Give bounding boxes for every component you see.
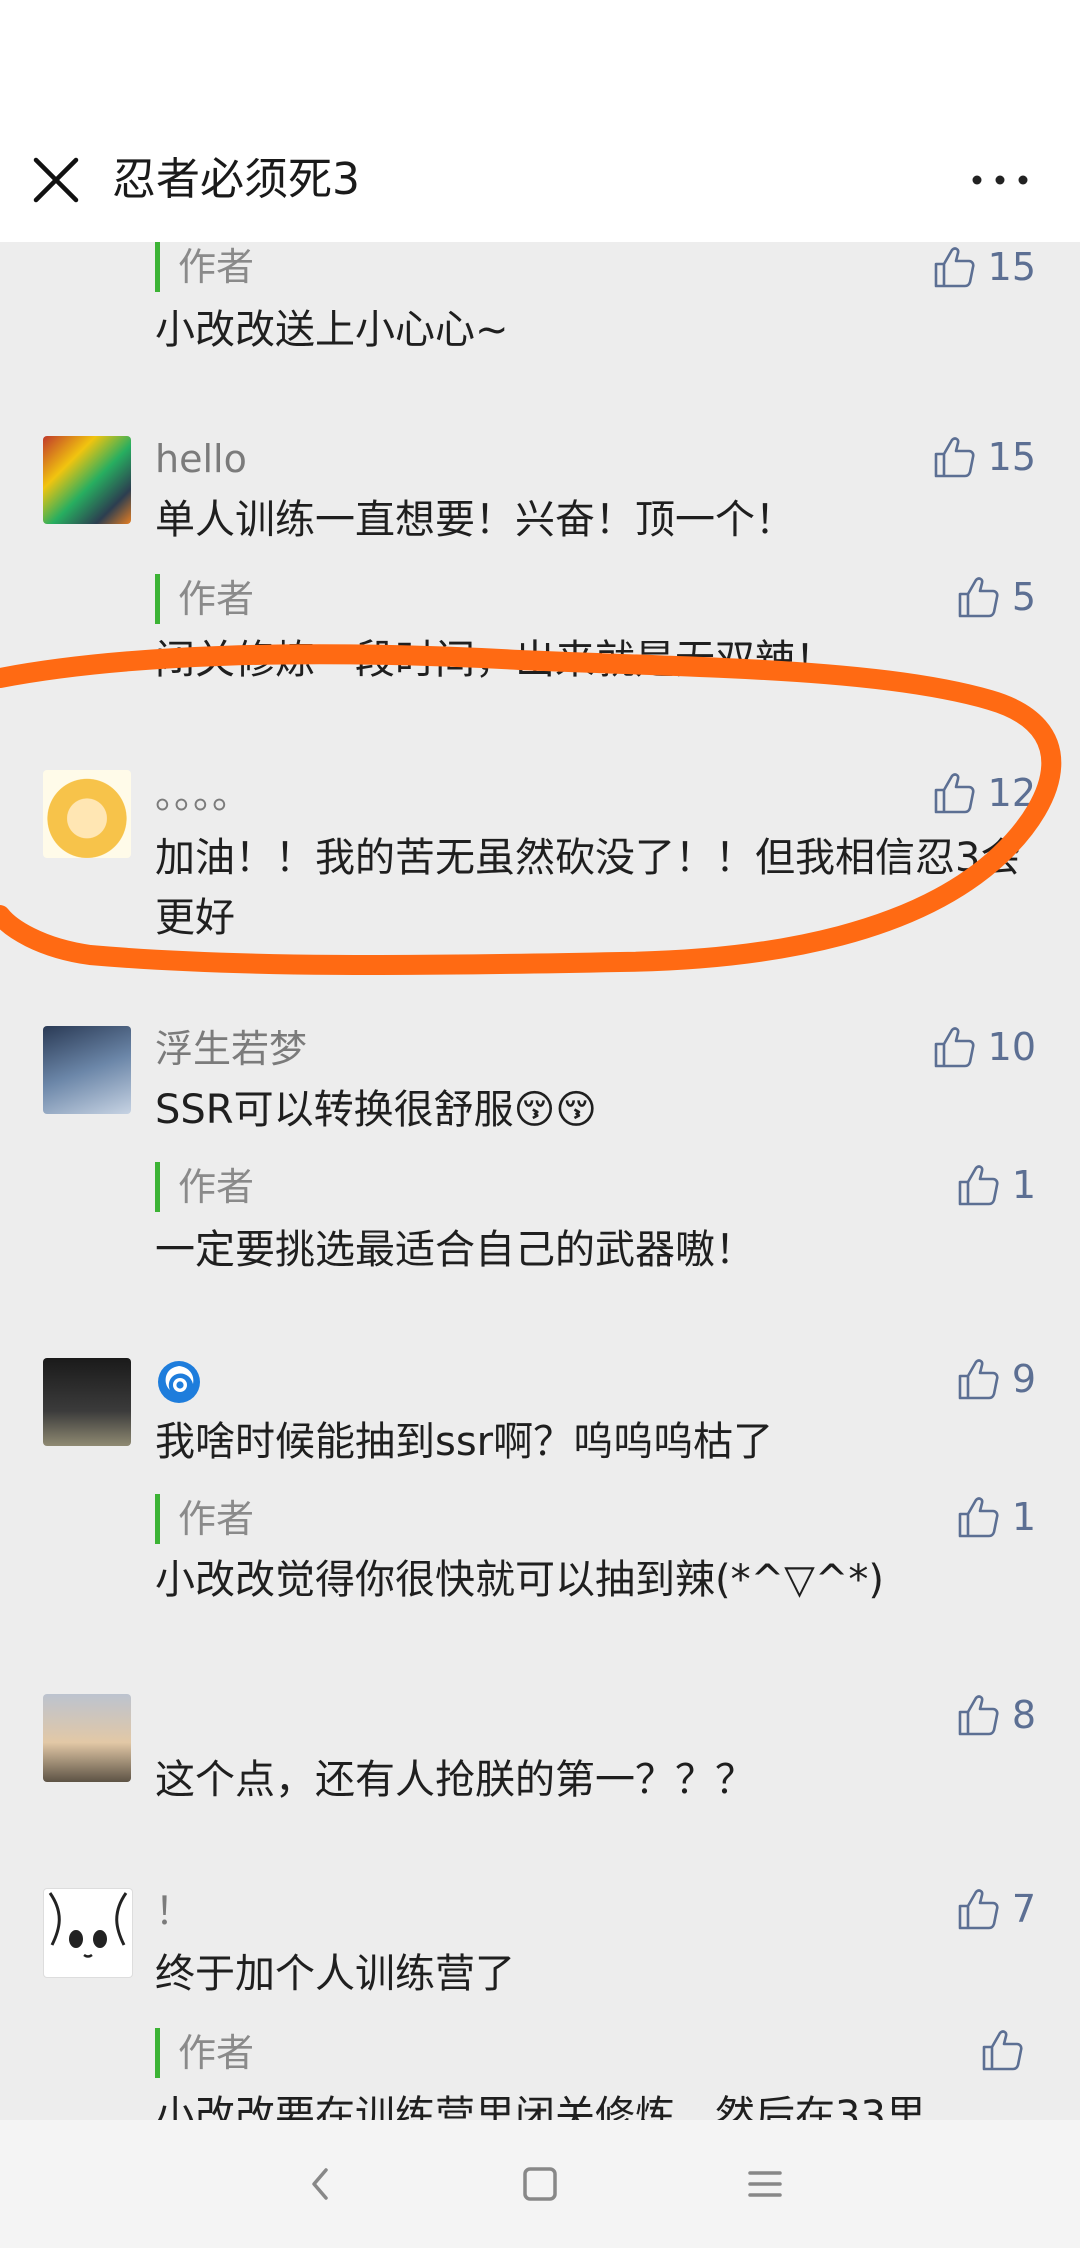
thumbs-up-icon (930, 433, 978, 481)
avatar[interactable] (43, 436, 131, 524)
comment-text: 我啥时候能抽到ssr啊？呜呜呜枯了 (155, 1419, 774, 1465)
more-icon (972, 175, 1028, 185)
like-count: 8 (1011, 1693, 1036, 1737)
thumbs-up-icon (930, 243, 978, 291)
home-button[interactable] (510, 2154, 570, 2214)
thumbs-up-icon (954, 1885, 1002, 1933)
comment-text: 单人训练一直想要！兴奋！顶一个！ (155, 497, 795, 543)
reply-like-button[interactable] (978, 2026, 1036, 2074)
menu-button[interactable] (735, 2154, 795, 2214)
like-button[interactable]: 10 (930, 1022, 1036, 1072)
status-bar (0, 0, 1080, 110)
comment-feed: 作者 15 小改改送上小心心~ hello 15 单人训练一直想要！兴奋！顶一个… (0, 242, 1080, 2120)
top-bar: 忍者必须死3 (0, 110, 1080, 242)
like-count: 1 (1011, 1163, 1036, 1207)
author-reply-tag: 作者 (155, 1162, 254, 1212)
thumbs-up-icon (954, 1691, 1002, 1739)
thumbs-up-icon (930, 769, 978, 817)
like-count: 12 (987, 771, 1036, 815)
comment-text: 终于加个人训练营了 (155, 1951, 515, 1997)
thumbs-up-icon (954, 1493, 1002, 1541)
thumbs-up-icon (978, 2026, 1026, 2074)
like-count: 5 (1011, 575, 1036, 619)
like-button[interactable]: 8 (954, 1690, 1036, 1740)
avatar[interactable] (43, 1026, 131, 1114)
author-reply-tag: 作者 (155, 574, 254, 624)
author-reply-text: 一定要挑选最适合自己的武器嗷！ (155, 1227, 755, 1273)
like-count: 15 (987, 245, 1036, 289)
like-count: 10 (987, 1025, 1036, 1069)
comment-text: 加油！！我的苦无虽然砍没了！！但我相信忍3会更好 (155, 835, 1021, 941)
reply-like-button[interactable]: 5 (954, 572, 1036, 622)
comment-user-name: ！ (155, 1889, 194, 1933)
reply-like-button[interactable]: 1 (954, 1492, 1036, 1542)
more-button[interactable] (965, 150, 1035, 210)
author-reply-text: 闭关修炼一段时间，出来就是无双辣！ (155, 637, 835, 683)
comment-user-name: hello (155, 437, 247, 481)
like-count: 15 (987, 435, 1036, 479)
thumbs-up-icon (954, 573, 1002, 621)
thumbs-up-icon (954, 1355, 1002, 1403)
comment-text: 这个点，还有人抢朕的第一？？？ (155, 1757, 755, 1803)
author-reply-text: 小改改送上小心心~ (155, 307, 509, 353)
square-icon (523, 2167, 557, 2201)
like-count: 7 (1011, 1887, 1036, 1931)
like-count: 9 (1011, 1357, 1036, 1401)
avatar[interactable] (43, 1358, 131, 1446)
author-reply-tag: 作者 (155, 2028, 254, 2078)
avatar[interactable] (43, 770, 131, 858)
swirl-icon (158, 1361, 200, 1403)
thumbs-up-icon (954, 1161, 1002, 1209)
author-reply-text: 小改改觉得你很快就可以抽到辣(*^▽^*) (155, 1557, 885, 1603)
back-button[interactable] (290, 2154, 350, 2214)
like-button[interactable]: 15 (930, 432, 1036, 482)
like-button[interactable]: 7 (954, 1884, 1036, 1934)
page-title: 忍者必须死3 (112, 154, 360, 205)
thumbs-up-icon (930, 1023, 978, 1071)
close-icon (33, 157, 79, 203)
anime-face-icon (48, 1892, 128, 1958)
close-button[interactable] (26, 150, 86, 210)
chevron-left-icon (312, 2168, 328, 2200)
like-button[interactable]: 9 (954, 1354, 1036, 1404)
comment-user-name: 浮生若梦 (155, 1027, 308, 1071)
author-reply-tag: 作者 (155, 242, 254, 292)
menu-icon (748, 2171, 782, 2197)
reply-like-button[interactable]: 1 (954, 1160, 1036, 1210)
system-nav-bar (0, 2120, 1080, 2248)
like-count: 1 (1011, 1495, 1036, 1539)
like-button[interactable]: 12 (930, 768, 1036, 818)
reply-like-button[interactable]: 15 (930, 242, 1036, 292)
author-reply-tag: 作者 (155, 1494, 254, 1544)
avatar[interactable] (43, 1888, 133, 1978)
author-reply-text: 小改改要在训练营里闭关修炼，然后在33里 (155, 2093, 926, 2120)
avatar[interactable] (43, 1694, 131, 1782)
comment-user-name: 。。。。 (155, 773, 251, 817)
comment-text: SSR可以转换很舒服😚😚 (155, 1087, 597, 1133)
